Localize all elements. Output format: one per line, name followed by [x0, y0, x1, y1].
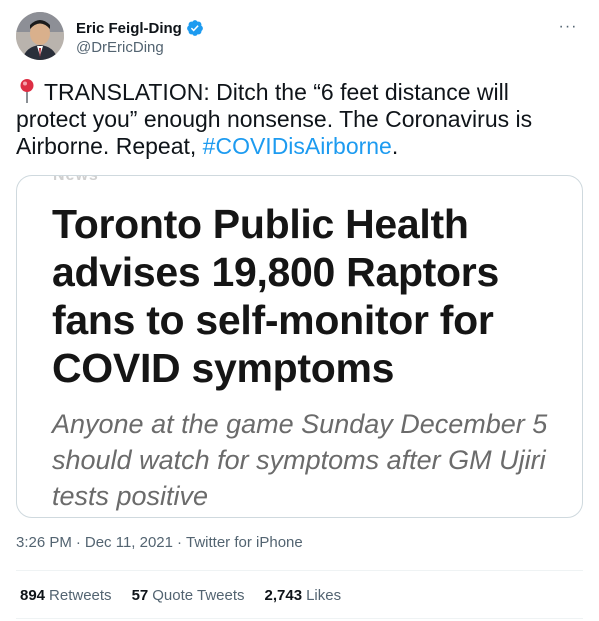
tweet-date[interactable]: Dec 11, 2021: [85, 534, 173, 551]
round-pushpin-icon: [20, 79, 34, 103]
hashtag-link[interactable]: #COVIDisAirborne: [203, 133, 392, 159]
article-subhead: Anyone at the game Sunday December 5 sho…: [52, 409, 548, 511]
tweet-meta: 3:26 PM · Dec 11, 2021 · Twitter for iPh…: [16, 534, 303, 551]
likes-label: Likes: [306, 587, 342, 604]
likes-count: 2,743: [264, 587, 303, 604]
tweet-time[interactable]: 3:26 PM: [16, 534, 72, 551]
verified-badge-icon: [186, 20, 203, 36]
retweets-count: 894: [20, 587, 46, 604]
media-image[interactable]: News Toronto Public Health advises 19,80…: [16, 175, 583, 518]
meta-separator: ·: [177, 534, 182, 551]
divider: [16, 618, 583, 619]
author-info: Eric Feigl-Ding @DrEricDing: [76, 18, 204, 56]
display-name[interactable]: Eric Feigl-Ding: [76, 20, 182, 37]
meta-separator: ·: [75, 534, 81, 551]
more-icon: ···: [558, 18, 578, 35]
tweet-text: TRANSLATION: Ditch the “6 feet distance …: [16, 78, 583, 160]
tweet-source[interactable]: Twitter for iPhone: [186, 534, 303, 551]
article-headline: Toronto Public Health advises 19,800 Rap…: [52, 201, 499, 391]
likes-stat[interactable]: 2,743 Likes: [265, 587, 342, 604]
quote-tweets-count: 57: [131, 587, 149, 604]
tweet-stats: 894 Retweets 57 Quote Tweets 2,743 Likes: [20, 587, 341, 604]
quote-tweets-label: Quote Tweets: [152, 587, 245, 604]
avatar[interactable]: [16, 12, 64, 60]
divider: [16, 570, 583, 571]
tweet-header: Eric Feigl-Ding @DrEricDing ···: [16, 12, 583, 62]
avatar-photo: [16, 12, 64, 60]
quote-tweets-stat[interactable]: 57 Quote Tweets: [132, 587, 245, 604]
retweets-label: Retweets: [49, 587, 112, 604]
tweet-body-end: .: [391, 133, 399, 159]
retweets-stat[interactable]: 894 Retweets: [20, 587, 112, 604]
display-name-row: Eric Feigl-Ding: [76, 18, 204, 38]
user-handle[interactable]: @DrEricDing: [76, 39, 204, 56]
media-section-label: News: [53, 175, 99, 184]
more-options-button[interactable]: ···: [553, 14, 583, 40]
